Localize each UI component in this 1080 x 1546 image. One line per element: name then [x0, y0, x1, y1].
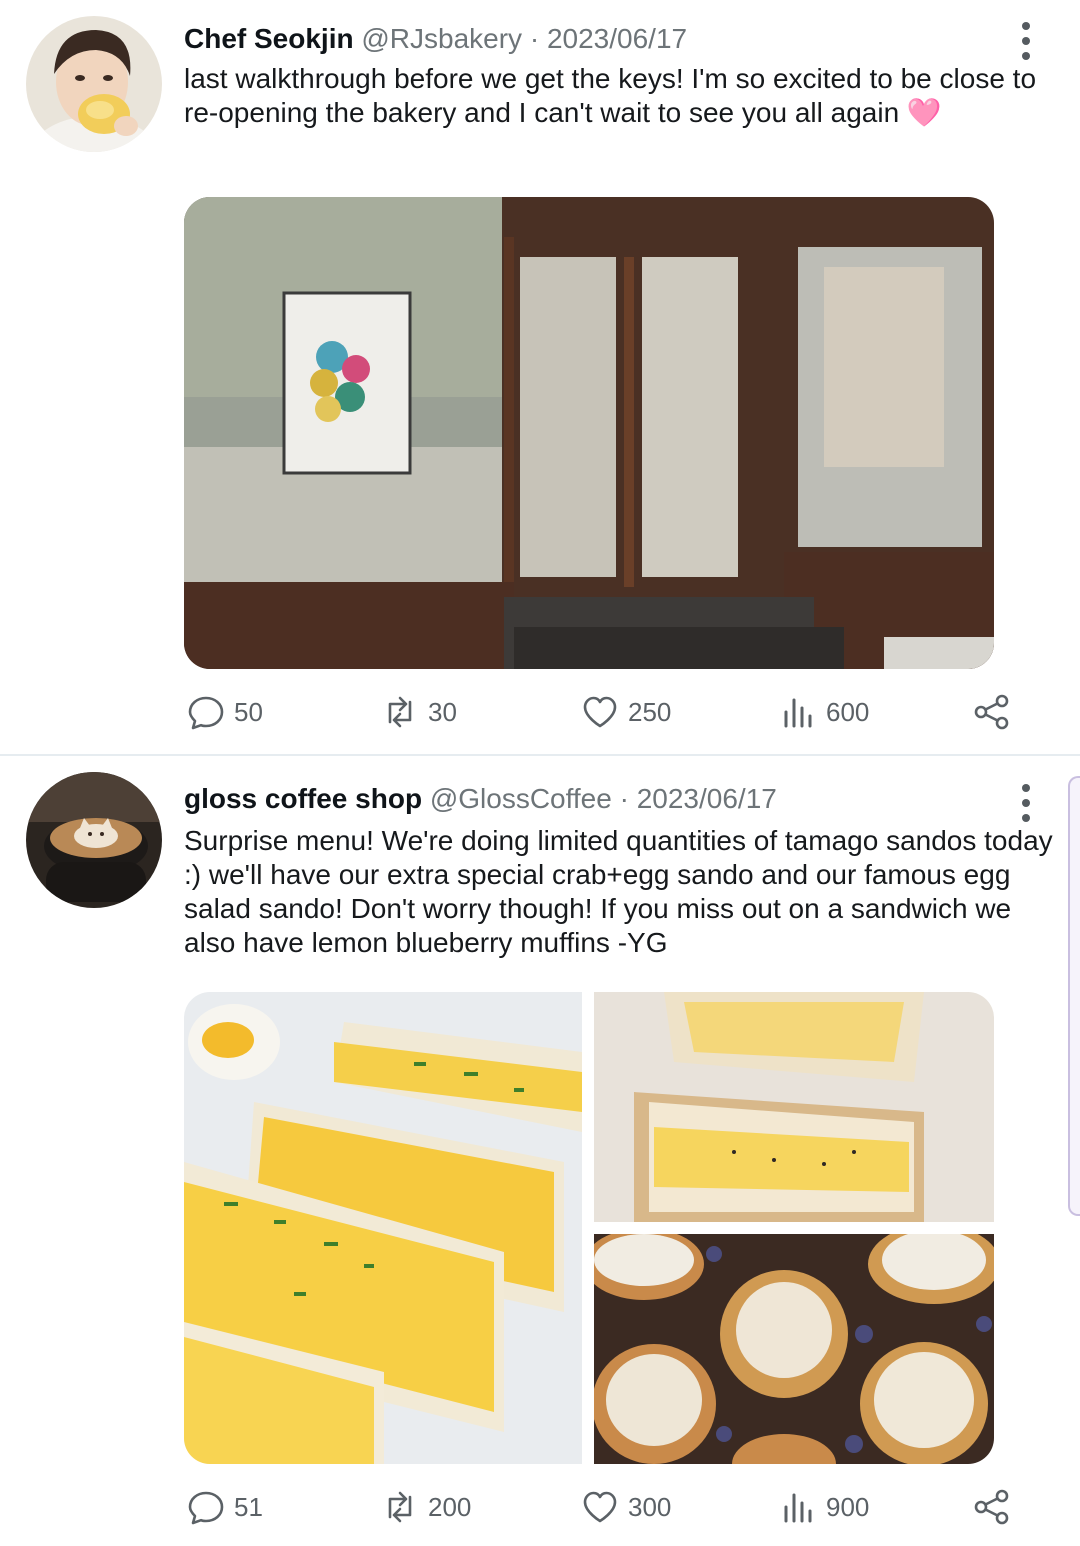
reply-count: 50	[234, 696, 263, 727]
latte-art-icon	[26, 772, 162, 908]
tweet-text: last walkthrough before we get the keys!…	[184, 63, 1037, 128]
retweet-count: 30	[428, 696, 457, 727]
share-button[interactable]	[972, 690, 1012, 734]
retweet-icon	[388, 1491, 412, 1523]
retweet-count: 200	[428, 1491, 472, 1522]
reply-button[interactable]: 50	[186, 690, 263, 734]
like-button[interactable]: 250	[580, 690, 671, 734]
view-count: 900	[826, 1491, 870, 1522]
retweet-button[interactable]: 30	[380, 690, 457, 734]
display-name[interactable]: gloss coffee shop	[184, 783, 422, 814]
share-icon	[974, 1489, 1009, 1525]
reply-count: 51	[234, 1491, 263, 1522]
wrapped-sando-photo	[594, 992, 994, 1222]
person-eating-icon	[26, 16, 162, 152]
timeline-feed: Chef Seokjin @RJsbakery · 2023/06/17 las…	[0, 0, 1080, 1546]
tweet-media[interactable]	[184, 197, 994, 669]
more-options-icon[interactable]	[1018, 784, 1034, 822]
like-count: 300	[628, 1491, 672, 1522]
media-item[interactable]	[594, 1234, 994, 1464]
like-button[interactable]: 300	[580, 1485, 671, 1529]
reply-button[interactable]: 51	[186, 1485, 263, 1529]
bar-chart-icon	[784, 698, 812, 728]
reply-icon	[188, 696, 224, 730]
view-count: 600	[826, 696, 870, 727]
share-icon	[974, 694, 1009, 730]
user-handle[interactable]: @GlossCoffee	[430, 783, 612, 814]
tweet[interactable]: Chef Seokjin @RJsbakery · 2023/06/17 las…	[0, 0, 1080, 756]
blueberry-muffins-photo	[594, 1234, 994, 1464]
tweet[interactable]: gloss coffee shop @GlossCoffee · 2023/06…	[0, 756, 1080, 1546]
media-item[interactable]	[594, 992, 994, 1222]
reply-icon	[188, 1491, 224, 1525]
avatar[interactable]	[26, 16, 162, 152]
bar-chart-icon	[784, 1493, 812, 1523]
scrollbar[interactable]	[1068, 776, 1080, 1216]
retweet-button[interactable]: 200	[380, 1485, 471, 1529]
share-button[interactable]	[972, 1485, 1012, 1529]
views-button[interactable]: 900	[778, 1485, 869, 1529]
media-item[interactable]	[184, 992, 582, 1464]
tweet-text: Surprise menu! We're doing limited quant…	[184, 825, 1053, 958]
separator-dot: ·	[619, 783, 629, 814]
tweet-media-grid	[184, 992, 994, 1464]
separator-dot: ·	[529, 23, 540, 54]
tweet-actions: 50 30 250 600	[184, 690, 1024, 734]
egg-sandwich-photo	[184, 992, 582, 1464]
storefront-photo	[184, 197, 994, 669]
more-options-icon[interactable]	[1018, 22, 1034, 60]
avatar[interactable]	[26, 772, 162, 908]
tweet-date[interactable]: 2023/06/17	[637, 783, 777, 814]
views-button[interactable]: 600	[778, 690, 869, 734]
tweet-header: Chef Seokjin @RJsbakery · 2023/06/17	[184, 20, 687, 58]
tweet-date[interactable]: 2023/06/17	[547, 23, 687, 54]
retweet-icon	[388, 696, 412, 728]
display-name[interactable]: Chef Seokjin	[184, 23, 354, 54]
heart-icon	[583, 696, 617, 728]
tweet-header: gloss coffee shop @GlossCoffee · 2023/06…	[184, 780, 777, 818]
user-handle[interactable]: @RJsbakery	[361, 23, 522, 54]
heart-icon	[583, 1491, 617, 1523]
like-count: 250	[628, 696, 672, 727]
tweet-actions: 51 200 300 900	[184, 1485, 1024, 1529]
